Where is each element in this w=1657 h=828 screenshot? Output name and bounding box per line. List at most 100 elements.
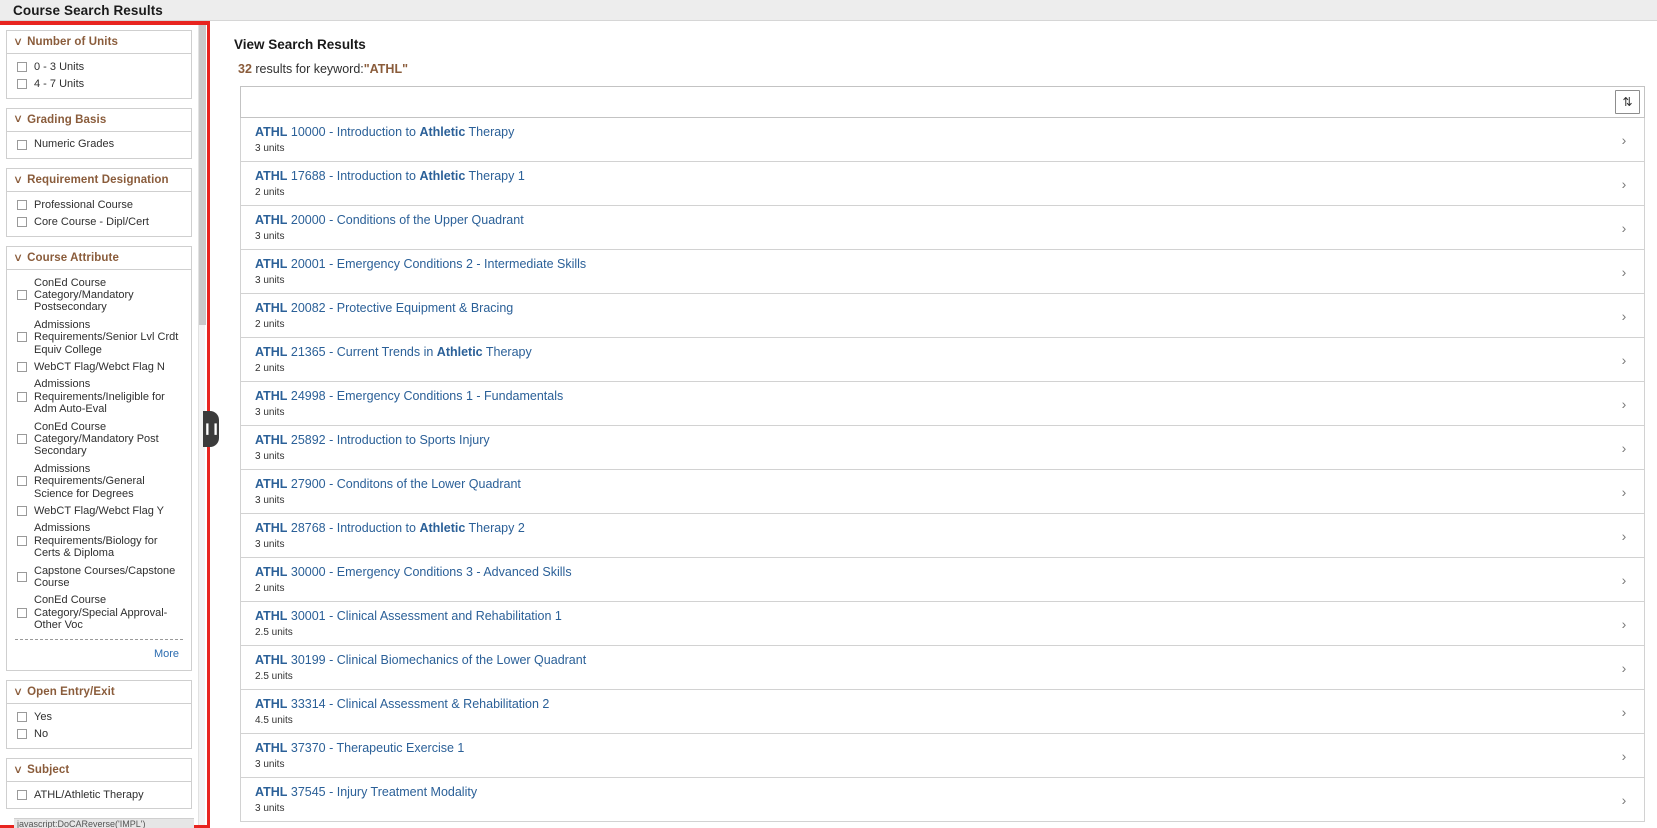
checkbox-open-entry-exit-0[interactable] [17, 712, 27, 722]
panel-collapse-handle[interactable]: ❙❙ [203, 411, 219, 447]
facet-option[interactable]: 4 - 7 Units [13, 75, 185, 92]
facet-scrollbar-thumb[interactable] [199, 25, 206, 325]
facet-header-course-attribute[interactable]: ∨Course Attribute [7, 247, 191, 270]
checkbox-course-attribute-4[interactable] [17, 434, 27, 444]
facet-header-open-entry-exit[interactable]: ∨Open Entry/Exit [7, 681, 191, 704]
result-title-link[interactable]: ATHL 33314 - Clinical Assessment & Rehab… [255, 697, 1604, 712]
facet-option[interactable]: Admissions Requirements/Biology for Cert… [13, 520, 185, 562]
result-row[interactable]: ATHL 24998 - Emergency Conditions 1 - Fu… [241, 382, 1644, 426]
facet-header-requirement-designation[interactable]: ∨Requirement Designation [7, 169, 191, 192]
chevron-right-icon[interactable]: › [1604, 573, 1644, 587]
result-title-link[interactable]: ATHL 30001 - Clinical Assessment and Reh… [255, 609, 1604, 624]
chevron-right-icon[interactable]: › [1604, 397, 1644, 411]
result-row[interactable]: ATHL 30199 - Clinical Biomechanics of th… [241, 646, 1644, 690]
facet-option[interactable]: ATHL/Athletic Therapy [13, 786, 185, 803]
result-row[interactable]: ATHL 37545 - Injury Treatment Modality3 … [241, 778, 1644, 822]
chevron-down-icon: ∨ [13, 175, 23, 186]
checkbox-course-attribute-5[interactable] [17, 476, 27, 486]
facet-option[interactable]: Yes [13, 708, 185, 725]
result-title-link[interactable]: ATHL 20001 - Emergency Conditions 2 - In… [255, 257, 1604, 272]
checkbox-course-attribute-0[interactable] [17, 290, 27, 300]
result-title-link[interactable]: ATHL 24998 - Emergency Conditions 1 - Fu… [255, 389, 1604, 404]
result-title-link[interactable]: ATHL 37545 - Injury Treatment Modality [255, 785, 1604, 800]
checkbox-course-attribute-1[interactable] [17, 332, 27, 342]
result-title-link[interactable]: ATHL 25892 - Introduction to Sports Inju… [255, 433, 1604, 448]
facet-option[interactable]: ConEd Course Category/Mandatory Postseco… [13, 274, 185, 316]
facet-option[interactable]: Admissions Requirements/General Science … [13, 460, 185, 502]
result-row[interactable]: ATHL 37370 - Therapeutic Exercise 13 uni… [241, 734, 1644, 778]
result-row[interactable]: ATHL 21365 - Current Trends in Athletic … [241, 338, 1644, 382]
checkbox-course-attribute-8[interactable] [17, 572, 27, 582]
result-title-link[interactable]: ATHL 21365 - Current Trends in Athletic … [255, 345, 1604, 360]
facet-option[interactable]: 0 - 3 Units [13, 58, 185, 75]
facet-option[interactable]: WebCT Flag/Webct Flag Y [13, 503, 185, 520]
sort-button[interactable]: ⇅ [1615, 90, 1640, 114]
checkbox-course-attribute-7[interactable] [17, 536, 27, 546]
result-row[interactable]: ATHL 10000 - Introduction to Athletic Th… [241, 118, 1644, 162]
chevron-right-icon[interactable]: › [1604, 529, 1644, 543]
facet-option[interactable]: ConEd Course Category/Mandatory Post Sec… [13, 418, 185, 460]
result-title-link[interactable]: ATHL 17688 - Introduction to Athletic Th… [255, 169, 1604, 184]
chevron-right-icon[interactable]: › [1604, 793, 1644, 807]
checkbox-course-attribute-9[interactable] [17, 608, 27, 618]
checkbox-requirement-designation-1[interactable] [17, 217, 27, 227]
facet-option[interactable]: Numeric Grades [13, 136, 185, 153]
chevron-right-icon[interactable]: › [1604, 617, 1644, 631]
result-title-link[interactable]: ATHL 27900 - Conditons of the Lower Quad… [255, 477, 1604, 492]
result-row[interactable]: ATHL 30000 - Emergency Conditions 3 - Ad… [241, 558, 1644, 602]
chevron-right-icon[interactable]: › [1604, 705, 1644, 719]
result-row[interactable]: ATHL 20000 - Conditions of the Upper Qua… [241, 206, 1644, 250]
checkbox-grading-basis-0[interactable] [17, 140, 27, 150]
facet-option-label: 0 - 3 Units [34, 61, 84, 73]
chevron-right-icon[interactable]: › [1604, 309, 1644, 323]
facet-option[interactable]: Professional Course [13, 196, 185, 213]
facet-option-label: Core Course - Dipl/Cert [34, 216, 149, 228]
facet-option[interactable]: Core Course - Dipl/Cert [13, 214, 185, 231]
result-row[interactable]: ATHL 28768 - Introduction to Athletic Th… [241, 514, 1644, 558]
checkbox-subject-0[interactable] [17, 790, 27, 800]
facet-option[interactable]: Admissions Requirements/Ineligible for A… [13, 376, 185, 418]
checkbox-course-attribute-6[interactable] [17, 506, 27, 516]
result-units: 3 units [255, 451, 1604, 462]
result-title-link[interactable]: ATHL 30000 - Emergency Conditions 3 - Ad… [255, 565, 1604, 580]
result-row[interactable]: ATHL 20001 - Emergency Conditions 2 - In… [241, 250, 1644, 294]
checkbox-number-of-units-1[interactable] [17, 79, 27, 89]
result-row[interactable]: ATHL 30001 - Clinical Assessment and Reh… [241, 602, 1644, 646]
facet-option[interactable]: Capstone Courses/Capstone Course [13, 562, 185, 592]
facet-header-grading-basis[interactable]: ∨Grading Basis [7, 109, 191, 132]
chevron-right-icon[interactable]: › [1604, 485, 1644, 499]
result-title-link[interactable]: ATHL 20000 - Conditions of the Upper Qua… [255, 213, 1604, 228]
result-title-link[interactable]: ATHL 20082 - Protective Equipment & Brac… [255, 301, 1604, 316]
result-title-link[interactable]: ATHL 10000 - Introduction to Athletic Th… [255, 125, 1604, 140]
result-title-link[interactable]: ATHL 28768 - Introduction to Athletic Th… [255, 521, 1604, 536]
chevron-right-icon[interactable]: › [1604, 353, 1644, 367]
facet-option[interactable]: WebCT Flag/Webct Flag N [13, 358, 185, 375]
result-row[interactable]: ATHL 25892 - Introduction to Sports Inju… [241, 426, 1644, 470]
chevron-right-icon[interactable]: › [1604, 265, 1644, 279]
facet-option[interactable]: No [13, 726, 185, 743]
facet-option[interactable]: Admissions Requirements/Senior Lvl Crdt … [13, 316, 185, 358]
checkbox-course-attribute-2[interactable] [17, 362, 27, 372]
checkbox-open-entry-exit-1[interactable] [17, 729, 27, 739]
result-row[interactable]: ATHL 27900 - Conditons of the Lower Quad… [241, 470, 1644, 514]
result-title-link[interactable]: ATHL 30199 - Clinical Biomechanics of th… [255, 653, 1604, 668]
result-title-link[interactable]: ATHL 37370 - Therapeutic Exercise 1 [255, 741, 1604, 756]
facet-option-label: ATHL/Athletic Therapy [34, 789, 144, 801]
chevron-right-icon[interactable]: › [1604, 441, 1644, 455]
facet-header-number-of-units[interactable]: ∨Number of Units [7, 31, 191, 54]
chevron-right-icon[interactable]: › [1604, 177, 1644, 191]
chevron-right-icon[interactable]: › [1604, 749, 1644, 763]
facet-more-link[interactable]: More [154, 648, 179, 660]
result-row[interactable]: ATHL 17688 - Introduction to Athletic Th… [241, 162, 1644, 206]
checkbox-course-attribute-3[interactable] [17, 392, 27, 402]
result-row[interactable]: ATHL 33314 - Clinical Assessment & Rehab… [241, 690, 1644, 734]
facet-option[interactable]: ConEd Course Category/Special Approval-O… [13, 592, 185, 634]
chevron-right-icon[interactable]: › [1604, 133, 1644, 147]
facet-header-subject[interactable]: ∨Subject [7, 759, 191, 782]
result-row[interactable]: ATHL 20082 - Protective Equipment & Brac… [241, 294, 1644, 338]
chevron-right-icon[interactable]: › [1604, 221, 1644, 235]
chevron-right-icon[interactable]: › [1604, 661, 1644, 675]
checkbox-requirement-designation-0[interactable] [17, 200, 27, 210]
checkbox-number-of-units-0[interactable] [17, 62, 27, 72]
search-input[interactable] [241, 87, 1615, 117]
